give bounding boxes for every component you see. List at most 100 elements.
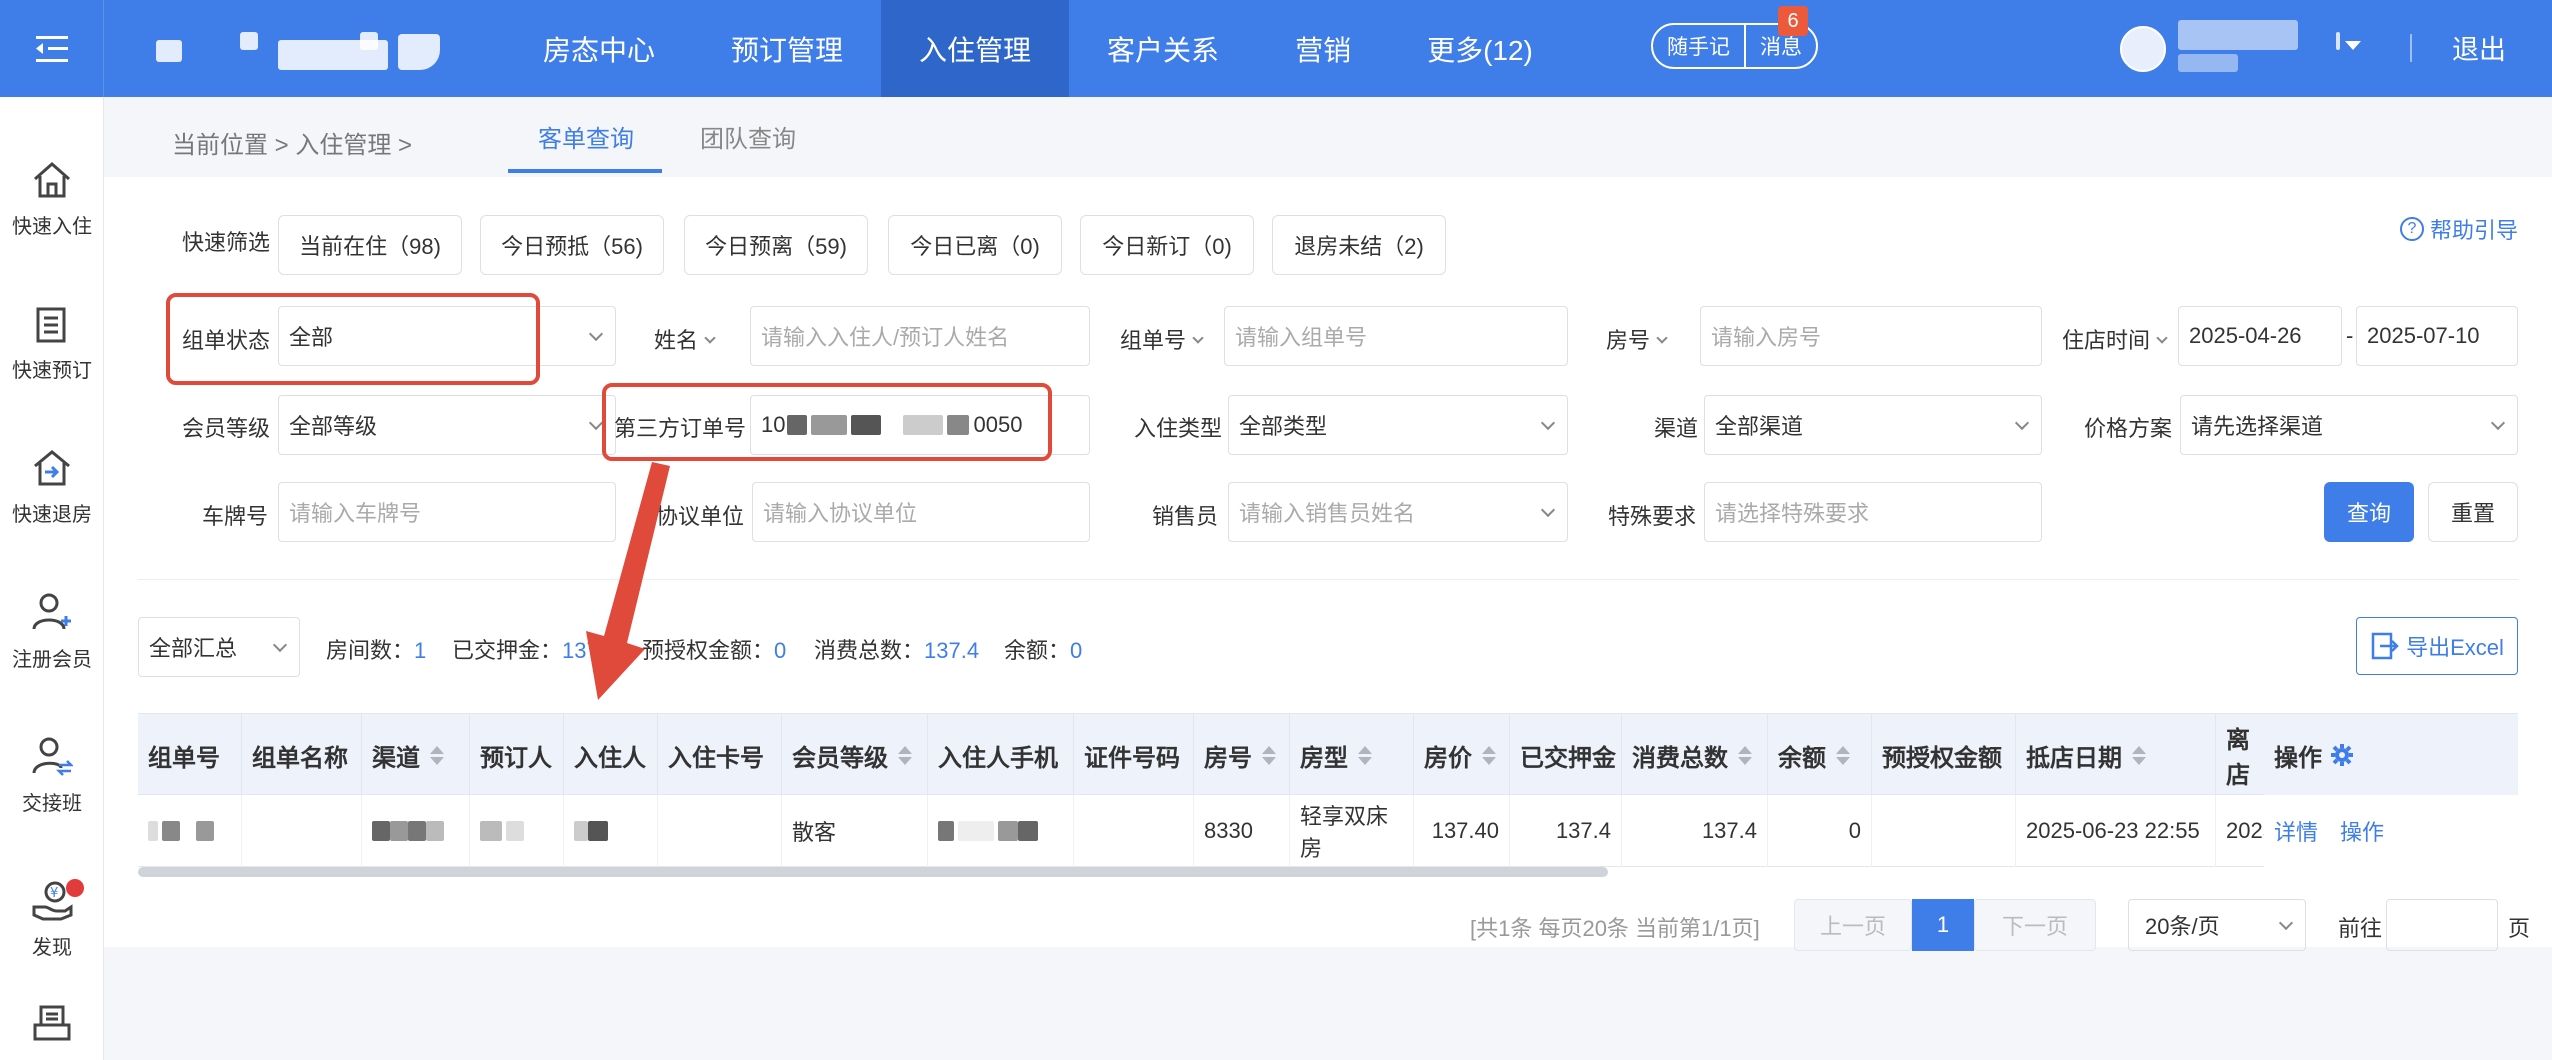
- redacted-block: [372, 821, 390, 841]
- cell-guest: [564, 795, 658, 867]
- th-price[interactable]: 房价: [1414, 714, 1510, 796]
- nav-room-status[interactable]: 房态中心: [505, 0, 693, 97]
- th-arrive-date[interactable]: 抵店日期: [2016, 714, 2216, 796]
- channel-select[interactable]: 全部渠道: [1704, 395, 2042, 455]
- chevron-down-icon: [1192, 332, 1204, 344]
- sidebar-item-label: 快速退房: [12, 503, 92, 526]
- chip-new-today[interactable]: 今日新订（0): [1080, 215, 1254, 275]
- sidebar-item-more[interactable]: [0, 1003, 104, 1060]
- breadcrumb-bar: 当前位置 > 入住管理 > 客单查询 团队查询: [104, 97, 2552, 177]
- th-guest[interactable]: 入住人: [564, 714, 658, 796]
- breadcrumb: 当前位置 > 入住管理 >: [172, 132, 413, 159]
- th-group-name[interactable]: 组单名称: [242, 714, 362, 796]
- plate-input[interactable]: 请输入车牌号: [278, 482, 616, 542]
- th-deposit[interactable]: 已交押金: [1510, 714, 1622, 796]
- sidebar-item-quick-checkout[interactable]: 快速退房: [0, 427, 104, 547]
- divider: [138, 579, 2518, 580]
- stay-time-end-input[interactable]: 2025-07-10: [2356, 306, 2518, 366]
- detail-link[interactable]: 详情: [2274, 815, 2318, 847]
- agreement-input[interactable]: 请输入协议单位: [752, 482, 1090, 542]
- sort-icon[interactable]: [1358, 745, 1372, 765]
- sidebar-item-quick-reserve[interactable]: 快速预订: [0, 283, 104, 403]
- nav-more[interactable]: 更多(12): [1389, 0, 1571, 97]
- room-no-input[interactable]: 请输入房号: [1700, 306, 2042, 366]
- th-card-no[interactable]: 入住卡号: [658, 714, 782, 796]
- chip-in-house[interactable]: 当前在住（98): [278, 215, 462, 275]
- next-page-button[interactable]: 下一页: [1974, 899, 2096, 951]
- th-booker[interactable]: 预订人: [470, 714, 564, 796]
- notification-dot: [66, 879, 84, 897]
- th-group-no[interactable]: 组单号: [138, 714, 242, 796]
- horizontal-scrollbar[interactable]: [138, 867, 1608, 877]
- user-menu[interactable]: [2120, 20, 2361, 76]
- chip-checkout-unsettled[interactable]: 退房未结（2): [1272, 215, 1446, 275]
- add-user-icon: [32, 593, 71, 629]
- cell-card-no: [658, 795, 782, 867]
- sort-icon[interactable]: [1836, 745, 1850, 765]
- sort-icon[interactable]: [430, 745, 444, 765]
- price-plan-select[interactable]: 请先选择渠道: [2180, 395, 2518, 455]
- house-exit-icon: [34, 449, 70, 485]
- page-size-select[interactable]: 20条/页: [2128, 899, 2306, 951]
- reset-button[interactable]: 重置: [2428, 482, 2518, 542]
- th-id-no[interactable]: 证件号码: [1074, 714, 1194, 796]
- group-no-placeholder: 请输入组单号: [1235, 325, 1368, 350]
- sidebar-item-discover[interactable]: ¥ 发现: [0, 859, 104, 979]
- notes-button[interactable]: 随手记: [1653, 25, 1744, 67]
- nav-reservation[interactable]: 预订管理: [693, 0, 881, 97]
- prev-page-button[interactable]: 上一页: [1794, 899, 1912, 951]
- sidebar-item-label: 快速预订: [12, 359, 92, 382]
- th-room-type[interactable]: 房型: [1290, 714, 1414, 796]
- nav-customer[interactable]: 客户关系: [1069, 0, 1257, 97]
- help-guide-link[interactable]: ? 帮助引导: [2400, 213, 2518, 245]
- special-placeholder: 请选择特殊要求: [1715, 501, 1870, 526]
- sort-icon[interactable]: [1262, 745, 1276, 765]
- nav-checkin[interactable]: 入住管理: [881, 0, 1070, 97]
- th-channel[interactable]: 渠道: [362, 714, 470, 796]
- member-level-select[interactable]: 全部等级: [278, 395, 616, 455]
- operation-link[interactable]: 操作: [2340, 815, 2384, 847]
- summary-select[interactable]: 全部汇总: [138, 617, 300, 677]
- group-no-input[interactable]: 请输入组单号: [1224, 306, 1568, 366]
- sidebar-item-register-member[interactable]: 注册会员: [0, 571, 104, 691]
- page-1-button[interactable]: 1: [1912, 899, 1974, 951]
- th-balance[interactable]: 余额: [1768, 714, 1872, 796]
- th-consume[interactable]: 消费总数: [1622, 714, 1768, 796]
- quick-pills: 随手记 消息 6: [1651, 6, 1818, 69]
- sort-icon[interactable]: [898, 745, 912, 765]
- export-excel-button[interactable]: 导出Excel: [2356, 617, 2518, 675]
- page-size-value: 20条/页: [2145, 914, 2220, 939]
- chip-departed-today[interactable]: 今日已离（0): [888, 215, 1062, 275]
- gear-icon[interactable]: [2330, 743, 2354, 767]
- printer-icon: [33, 1005, 71, 1041]
- sidebar-item-shift-handover[interactable]: 交接班: [0, 715, 104, 835]
- nav-marketing[interactable]: 营销: [1257, 0, 1389, 97]
- tab-team-query[interactable]: 团队查询: [700, 119, 796, 154]
- notepad-icon: [36, 307, 66, 342]
- special-select[interactable]: 请选择特殊要求: [1704, 482, 2042, 542]
- checkin-type-select[interactable]: 全部类型: [1228, 395, 1568, 455]
- stay-time-start-input[interactable]: 2025-04-26: [2178, 306, 2342, 366]
- avatar: [2120, 26, 2166, 72]
- sort-icon[interactable]: [2132, 745, 2146, 765]
- th-member-level[interactable]: 会员等级: [782, 714, 928, 796]
- sort-icon[interactable]: [1482, 745, 1496, 765]
- goto-page-input[interactable]: [2386, 899, 2498, 951]
- redacted-block: [196, 821, 214, 841]
- sort-icon[interactable]: [1738, 745, 1752, 765]
- query-button[interactable]: 查询: [2324, 482, 2414, 542]
- th-phone[interactable]: 入住人手机: [928, 714, 1074, 796]
- sales-select[interactable]: 请输入销售员姓名: [1228, 482, 1568, 542]
- th-room-no[interactable]: 房号: [1194, 714, 1290, 796]
- logout-button[interactable]: 退出: [2452, 28, 2506, 67]
- table-row[interactable]: 散客 8330 轻享双床房 137.40 137.4 137.4 0 2025-…: [138, 795, 2518, 867]
- messages-button[interactable]: 消息 6: [1744, 6, 1816, 67]
- th-preauth[interactable]: 预授权金额: [1872, 714, 2016, 796]
- chip-departing-today[interactable]: 今日预离（59): [684, 215, 868, 275]
- name-input[interactable]: 请输入入住人/预订人姓名: [750, 306, 1090, 366]
- redacted-block: [480, 821, 502, 841]
- menu-toggle-button[interactable]: [0, 0, 104, 97]
- chip-arriving-today[interactable]: 今日预抵（56): [480, 215, 664, 275]
- tab-guest-query[interactable]: 客单查询: [538, 119, 634, 154]
- sidebar-item-quick-checkin[interactable]: 快速入住: [0, 139, 104, 259]
